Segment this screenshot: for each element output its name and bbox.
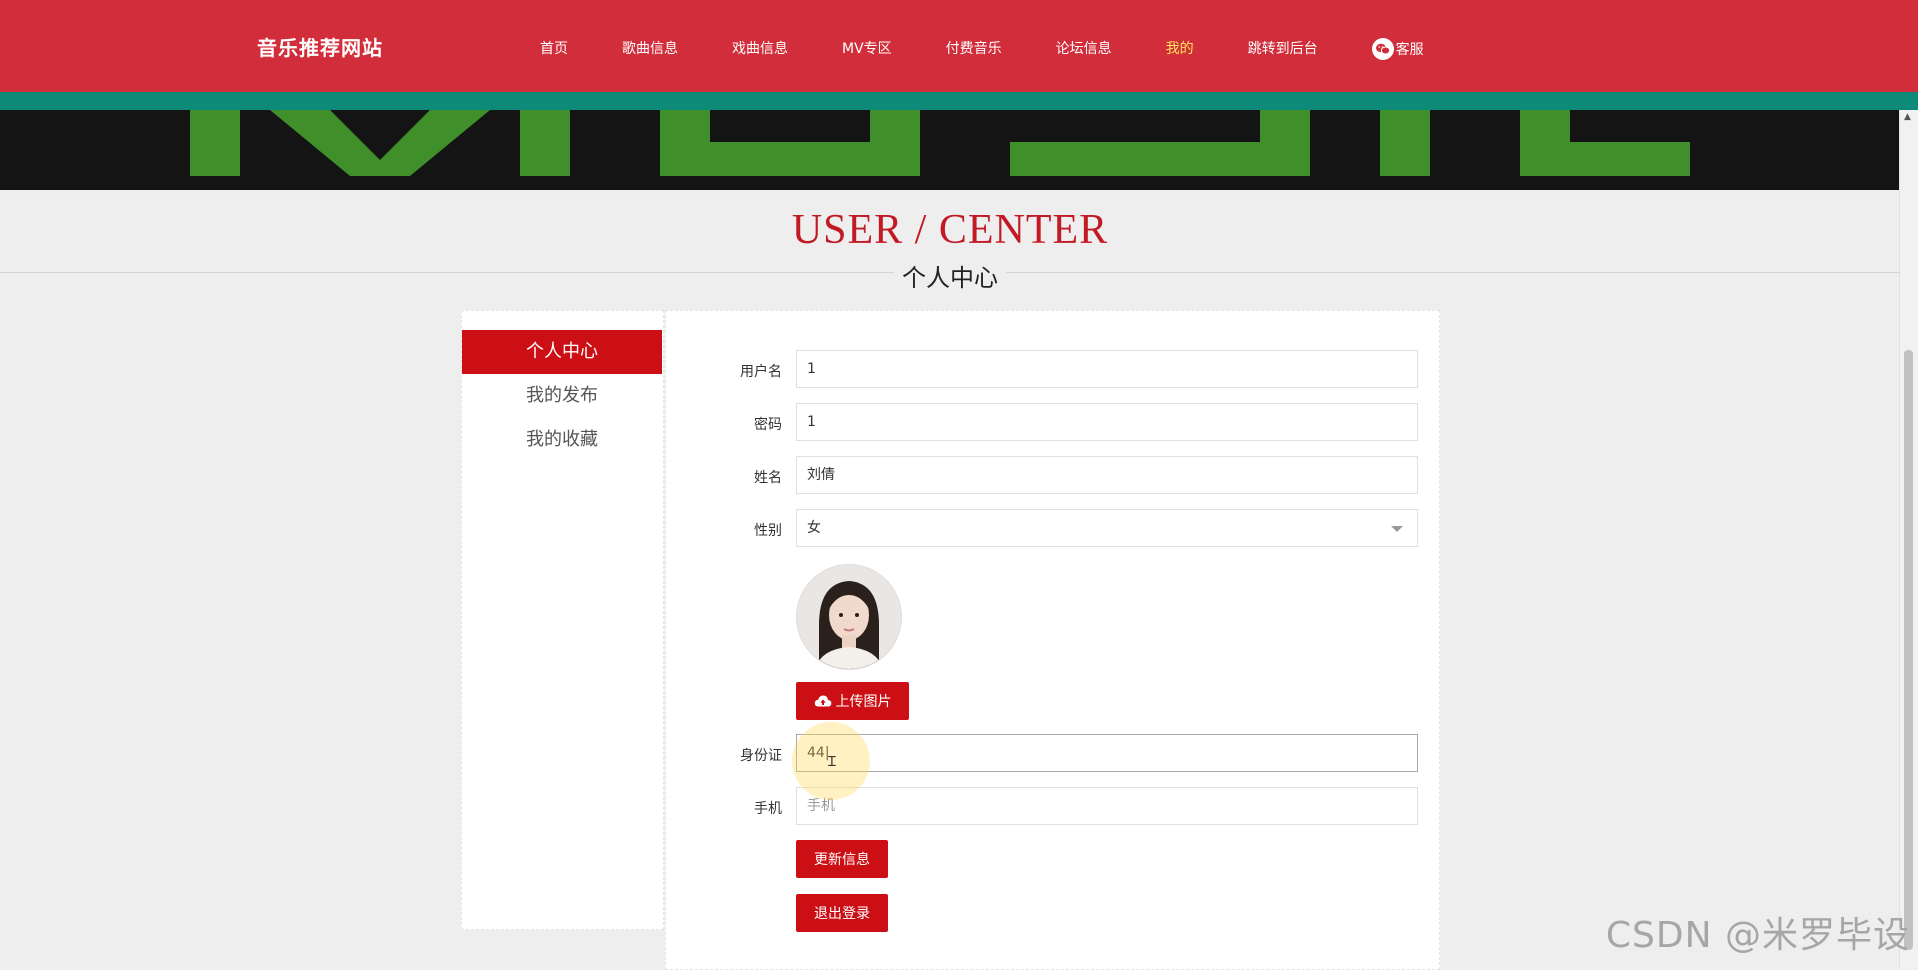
upload-button-label: 上传图片 <box>835 694 892 710</box>
gender-select[interactable]: 女 <box>796 509 1418 547</box>
name-label: 姓名 <box>754 470 782 486</box>
cloud-upload-icon <box>814 695 831 707</box>
nav-forum[interactable]: 论坛信息 <box>1056 38 1112 58</box>
page-title-cn: 个人中心 <box>894 264 1006 292</box>
header-divider-strip <box>0 92 1918 110</box>
service-label: 客服 <box>1395 42 1424 58</box>
main-nav: 首页 歌曲信息 戏曲信息 MV专区 付费音乐 论坛信息 我的 跳转到后台 客服 <box>540 36 1424 60</box>
text-cursor-icon: Ɪ <box>828 754 836 770</box>
upload-image-button[interactable]: 上传图片 <box>796 682 909 720</box>
top-navbar: 音乐推荐网站 首页 歌曲信息 戏曲信息 MV专区 付费音乐 论坛信息 我的 跳转… <box>0 0 1918 92</box>
nav-admin[interactable]: 跳转到后台 <box>1248 38 1318 58</box>
name-value: 刘倩 <box>807 467 835 483</box>
update-info-button[interactable]: 更新信息 <box>796 840 888 878</box>
music-banner <box>0 110 1900 190</box>
page-scrollbar[interactable]: ▲ <box>1899 110 1918 968</box>
wechat-icon <box>1371 38 1394 60</box>
sidebar-item-my-favorites[interactable]: 我的收藏 <box>462 418 662 462</box>
avatar <box>796 564 902 670</box>
phone-placeholder: 手机 <box>807 798 835 814</box>
scroll-thumb[interactable] <box>1904 350 1913 950</box>
site-brand[interactable]: 音乐推荐网站 <box>257 32 383 61</box>
sidebar-item-my-posts[interactable]: 我的发布 <box>462 374 662 418</box>
gender-value: 女 <box>807 520 821 536</box>
phone-label: 手机 <box>754 801 782 817</box>
username-label: 用户名 <box>740 364 782 380</box>
username-value: 1 <box>807 361 816 377</box>
nav-customer-service[interactable]: 客服 <box>1371 38 1424 60</box>
avatar-portrait <box>797 565 901 669</box>
username-field[interactable]: 1 <box>796 350 1418 388</box>
user-sidebar: 个人中心 我的发布 我的收藏 <box>461 310 664 930</box>
nav-mine[interactable]: 我的 <box>1166 38 1194 58</box>
nav-home[interactable]: 首页 <box>540 38 568 58</box>
phone-field[interactable]: 手机 <box>796 787 1418 825</box>
nav-opera[interactable]: 戏曲信息 <box>732 38 788 58</box>
gender-label: 性别 <box>754 523 782 539</box>
id-card-field[interactable]: 44| <box>796 734 1418 772</box>
chevron-down-icon <box>1391 526 1403 532</box>
watermark: CSDN @米罗毕设 <box>1605 915 1910 956</box>
logout-button[interactable]: 退出登录 <box>796 894 888 932</box>
page-title-en: USER / CENTER <box>791 207 1109 253</box>
page-title-cn-wrap: 个人中心 <box>0 258 1900 293</box>
name-field[interactable]: 刘倩 <box>796 456 1418 494</box>
nav-paid-music[interactable]: 付费音乐 <box>946 38 1002 58</box>
password-value: 1 <box>807 414 816 430</box>
password-label: 密码 <box>754 417 782 433</box>
nav-mv[interactable]: MV专区 <box>842 38 892 58</box>
password-field[interactable]: 1 <box>796 403 1418 441</box>
banner-graphic <box>190 110 1690 176</box>
id-card-label: 身份证 <box>740 748 782 764</box>
scroll-up-arrow-icon[interactable]: ▲ <box>1904 112 1911 122</box>
nav-songs[interactable]: 歌曲信息 <box>622 38 678 58</box>
sidebar-item-profile[interactable]: 个人中心 <box>462 330 662 374</box>
